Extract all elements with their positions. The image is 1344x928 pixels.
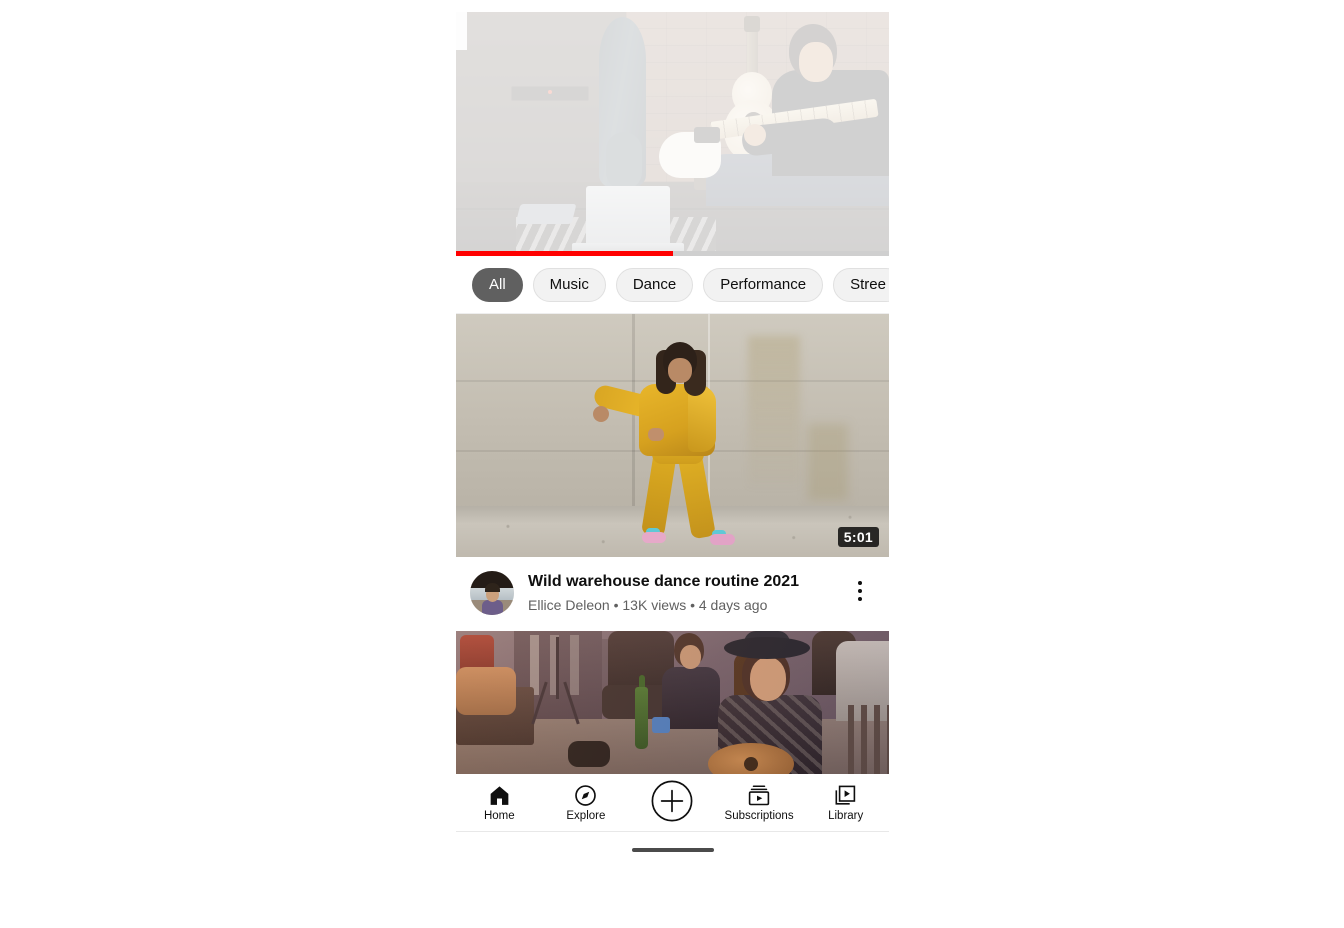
nav-item-subscriptions[interactable]: Subscriptions: [716, 775, 803, 831]
filter-chip-dance[interactable]: Dance: [615, 267, 694, 302]
video-duration-badge: 5:01: [837, 527, 879, 547]
filter-chip-stree[interactable]: Stree: [833, 267, 889, 302]
bottom-navigation-bar[interactable]: Home Explore Subscriptions Library: [456, 774, 889, 830]
video-feed: 5:01 Wild warehouse dance routine 2021 E…: [456, 314, 889, 781]
video-player[interactable]: [456, 12, 889, 256]
filter-chip-music[interactable]: Music: [532, 267, 606, 302]
nav-label-explore: Explore: [566, 809, 606, 822]
nav-label-home: Home: [483, 809, 515, 822]
video-meta-text: Wild warehouse dance routine 2021 Ellice…: [528, 571, 845, 613]
player-artwork: [456, 12, 889, 256]
video-meta-row[interactable]: Wild warehouse dance routine 2021 Ellice…: [456, 557, 889, 631]
library-icon: [833, 783, 858, 808]
screen-canvas: All Music Dance Performance Stree 5:01 W…: [0, 0, 1344, 928]
nav-label-library: Library: [828, 809, 864, 822]
player-corner-highlight: [456, 12, 467, 50]
home-icon: [487, 783, 512, 808]
channel-avatar[interactable]: [470, 571, 514, 615]
filter-chip-performance[interactable]: Performance: [703, 267, 824, 302]
kebab-menu-icon[interactable]: [845, 571, 875, 611]
youtube-app-frame: All Music Dance Performance Stree 5:01 W…: [456, 12, 889, 868]
home-indicator[interactable]: [631, 848, 714, 852]
filter-chip-row[interactable]: All Music Dance Performance Stree: [456, 256, 889, 314]
nav-item-home[interactable]: Home: [456, 775, 543, 831]
video-thumbnail-dance[interactable]: 5:01: [456, 314, 889, 557]
subscriptions-icon: [746, 783, 772, 808]
filter-chip-all[interactable]: All: [472, 267, 523, 302]
compass-icon: [573, 783, 598, 808]
video-subtitle: Ellice Deleon • 13K views • 4 days ago: [528, 596, 768, 613]
nav-item-explore[interactable]: Explore: [543, 775, 630, 831]
create-plus-icon: [651, 780, 693, 822]
nav-item-library[interactable]: Library: [802, 775, 889, 831]
video-title[interactable]: Wild warehouse dance routine 2021: [528, 572, 845, 593]
nav-divider: [456, 831, 889, 832]
nav-label-subscriptions: Subscriptions: [724, 809, 794, 822]
video-thumbnail-party[interactable]: [456, 631, 889, 781]
nav-item-create[interactable]: [629, 775, 716, 831]
